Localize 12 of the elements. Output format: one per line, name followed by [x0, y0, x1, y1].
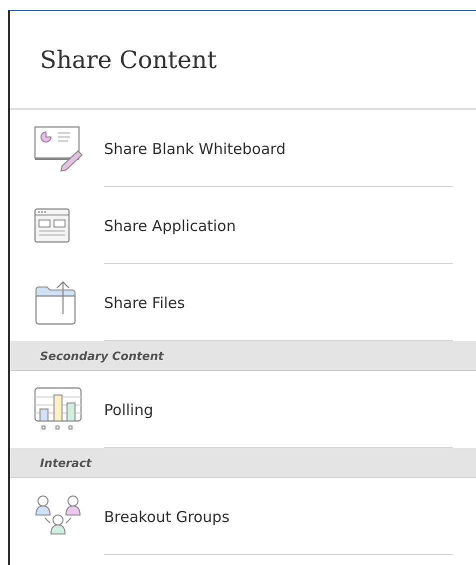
menu-item[interactable]: Polling [10, 371, 476, 448]
menu-item[interactable]: Share Blank Whiteboard [10, 110, 476, 187]
window-icon [34, 208, 70, 244]
panel-title: Share Content [40, 46, 217, 74]
menu-item[interactable]: Share Application [10, 187, 476, 264]
whiteboard-icon [34, 126, 84, 172]
section-header: Secondary Content [10, 341, 476, 371]
menu-item[interactable]: Breakout Groups [10, 478, 476, 555]
section-header: Interact [10, 448, 476, 478]
bar-chart-icon [34, 386, 84, 432]
folder-upload-icon [34, 280, 78, 326]
menu-item[interactable]: Share Files [10, 264, 476, 341]
